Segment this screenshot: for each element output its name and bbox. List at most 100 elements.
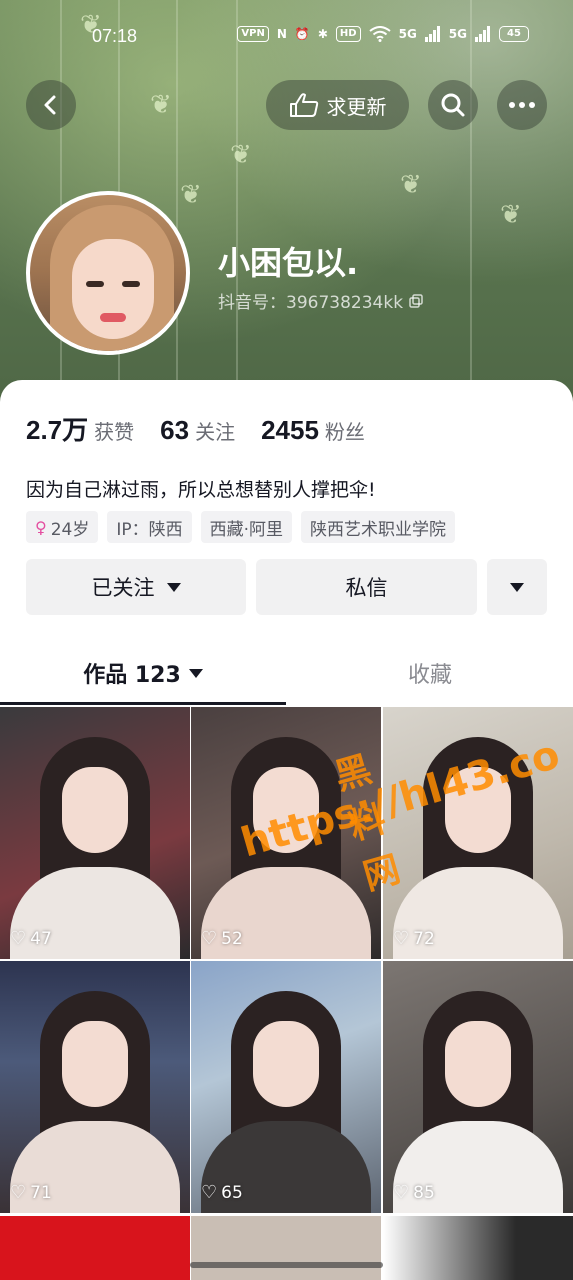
avatar-lips bbox=[100, 313, 126, 322]
like-count: ♡ 65 bbox=[201, 1182, 243, 1203]
tab-indicator bbox=[0, 702, 286, 705]
tag-list: ♀ 24岁 IP：陕西 西藏·阿里 陕西艺术职业学院 bbox=[26, 511, 456, 543]
caret-down-icon bbox=[510, 582, 524, 592]
battery-icon: 45 bbox=[499, 26, 529, 42]
heart-icon: ♡ bbox=[201, 1182, 218, 1203]
stat-number: 2455 bbox=[261, 415, 319, 445]
vpn-icon: VPN bbox=[237, 26, 269, 42]
tab-favorites[interactable]: 收藏 bbox=[287, 640, 573, 706]
butterfly-decoration-icon: ❦ bbox=[180, 180, 202, 210]
search-button[interactable] bbox=[428, 80, 478, 130]
butterfly-decoration-icon: ❦ bbox=[400, 170, 422, 200]
action-row: 已关注 私信 bbox=[26, 559, 547, 615]
tag-ip: IP：陕西 bbox=[107, 511, 192, 543]
nfc-icon: N bbox=[276, 27, 287, 41]
nickname: 小困包以. bbox=[218, 244, 359, 282]
home-indicator[interactable] bbox=[190, 1262, 383, 1268]
post-thumbnail[interactable]: ♡ 71 bbox=[0, 961, 190, 1213]
stat-likes[interactable]: 2.7万 获赞 bbox=[26, 410, 134, 447]
chevron-left-icon bbox=[44, 95, 56, 115]
stat-label: 获赞 bbox=[94, 420, 135, 444]
douyin-id-row[interactable]: 抖音号：396738234kk bbox=[218, 288, 423, 313]
post-image bbox=[253, 1021, 319, 1107]
caret-down-icon bbox=[188, 668, 203, 678]
signal-label: 5G bbox=[448, 27, 467, 41]
recommend-dropdown-button[interactable] bbox=[487, 559, 547, 615]
post-thumbnail[interactable] bbox=[383, 1216, 573, 1280]
post-thumbnail[interactable]: ♡ 52 bbox=[191, 707, 381, 959]
post-thumbnail[interactable]: ♡ 72 bbox=[383, 707, 573, 959]
request-update-button[interactable]: 求更新 bbox=[266, 80, 409, 130]
post-image bbox=[445, 1021, 511, 1107]
like-count: ♡ 72 bbox=[393, 928, 435, 949]
alarm-icon: ⏰ bbox=[294, 27, 310, 41]
avatar-eye bbox=[86, 281, 104, 287]
signal-label: 5G bbox=[398, 27, 417, 41]
copy-icon[interactable] bbox=[409, 293, 423, 308]
like-count: ♡ 85 bbox=[393, 1182, 435, 1203]
tag-text: 陕西艺术职业学院 bbox=[310, 519, 447, 540]
more-button[interactable] bbox=[497, 80, 547, 130]
like-count: ♡ 47 bbox=[10, 928, 52, 949]
douyin-id: 抖音号：396738234kk bbox=[218, 293, 404, 313]
like-number: 65 bbox=[221, 1182, 243, 1203]
stat-label: 关注 bbox=[195, 420, 236, 444]
like-number: 85 bbox=[413, 1182, 435, 1203]
like-number: 72 bbox=[413, 928, 435, 949]
hd-icon: HD bbox=[335, 26, 361, 42]
heart-icon: ♡ bbox=[393, 1182, 410, 1203]
avatar[interactable] bbox=[26, 191, 190, 355]
stat-number: 63 bbox=[160, 415, 190, 445]
post-thumbnail[interactable] bbox=[191, 1216, 381, 1280]
bluetooth-icon: ✱ bbox=[317, 27, 328, 41]
stats-row: 2.7万 获赞 63 关注 2455 粉丝 bbox=[26, 410, 365, 447]
tag-text: IP：陕西 bbox=[116, 519, 183, 540]
tag-text: 24岁 bbox=[50, 519, 90, 540]
followed-button[interactable]: 已关注 bbox=[26, 559, 246, 615]
stat-label: 粉丝 bbox=[324, 420, 365, 444]
post-thumbnail[interactable]: ♡ 85 bbox=[383, 961, 573, 1213]
tab-works-label: 作品 123 bbox=[83, 663, 181, 688]
request-update-label: 求更新 bbox=[326, 94, 387, 119]
female-icon: ♀ bbox=[35, 517, 47, 537]
stat-following[interactable]: 63 关注 bbox=[160, 415, 235, 446]
heart-icon: ♡ bbox=[393, 928, 410, 949]
content-tabs: 作品 123 收藏 bbox=[0, 640, 573, 706]
hand-point-icon bbox=[289, 93, 318, 117]
butterfly-decoration-icon: ❦ bbox=[230, 140, 252, 170]
like-number: 52 bbox=[221, 928, 243, 949]
followed-label: 已关注 bbox=[91, 576, 155, 600]
avatar-face bbox=[72, 239, 154, 339]
tab-works[interactable]: 作品 123 bbox=[0, 640, 286, 706]
avatar-eye bbox=[122, 281, 140, 287]
post-image bbox=[62, 767, 128, 853]
search-icon bbox=[441, 93, 465, 117]
message-label: 私信 bbox=[345, 576, 388, 600]
signal-icon bbox=[424, 26, 440, 42]
like-number: 47 bbox=[30, 928, 52, 949]
status-bar: 07:18 VPN N ⏰ ✱ HD 5G 5G 45 bbox=[0, 0, 573, 70]
message-button[interactable]: 私信 bbox=[256, 559, 477, 615]
stat-followers[interactable]: 2455 粉丝 bbox=[261, 415, 365, 446]
heart-icon: ♡ bbox=[10, 1182, 27, 1203]
tag-school[interactable]: 陕西艺术职业学院 bbox=[301, 511, 456, 543]
like-count: ♡ 52 bbox=[201, 928, 243, 949]
post-thumbnail[interactable]: ♡ 47 bbox=[0, 707, 190, 959]
wifi-icon bbox=[368, 26, 391, 42]
tag-age: ♀ 24岁 bbox=[26, 511, 99, 543]
tab-favorites-label: 收藏 bbox=[407, 663, 452, 688]
profile-banner: ❦ ❦ ❦ ❦ ❦ ❦ 07:18 VPN N ⏰ ✱ HD 5G 5G 45 bbox=[0, 0, 573, 420]
heart-icon: ♡ bbox=[10, 928, 27, 949]
status-icons: VPN N ⏰ ✱ HD 5G 5G 45 bbox=[237, 26, 529, 42]
post-thumbnail[interactable]: ♡ 65 bbox=[191, 961, 381, 1213]
tag-location[interactable]: 西藏·阿里 bbox=[200, 511, 293, 543]
post-image bbox=[253, 767, 319, 853]
like-number: 71 bbox=[30, 1182, 52, 1203]
back-button[interactable] bbox=[26, 80, 76, 130]
caret-down-icon bbox=[166, 582, 181, 592]
tag-text: 西藏·阿里 bbox=[209, 519, 284, 540]
signal-icon bbox=[475, 26, 490, 42]
status-time: 07:18 bbox=[92, 26, 138, 46]
post-thumbnail[interactable] bbox=[0, 1216, 190, 1280]
like-count: ♡ 71 bbox=[10, 1182, 52, 1203]
